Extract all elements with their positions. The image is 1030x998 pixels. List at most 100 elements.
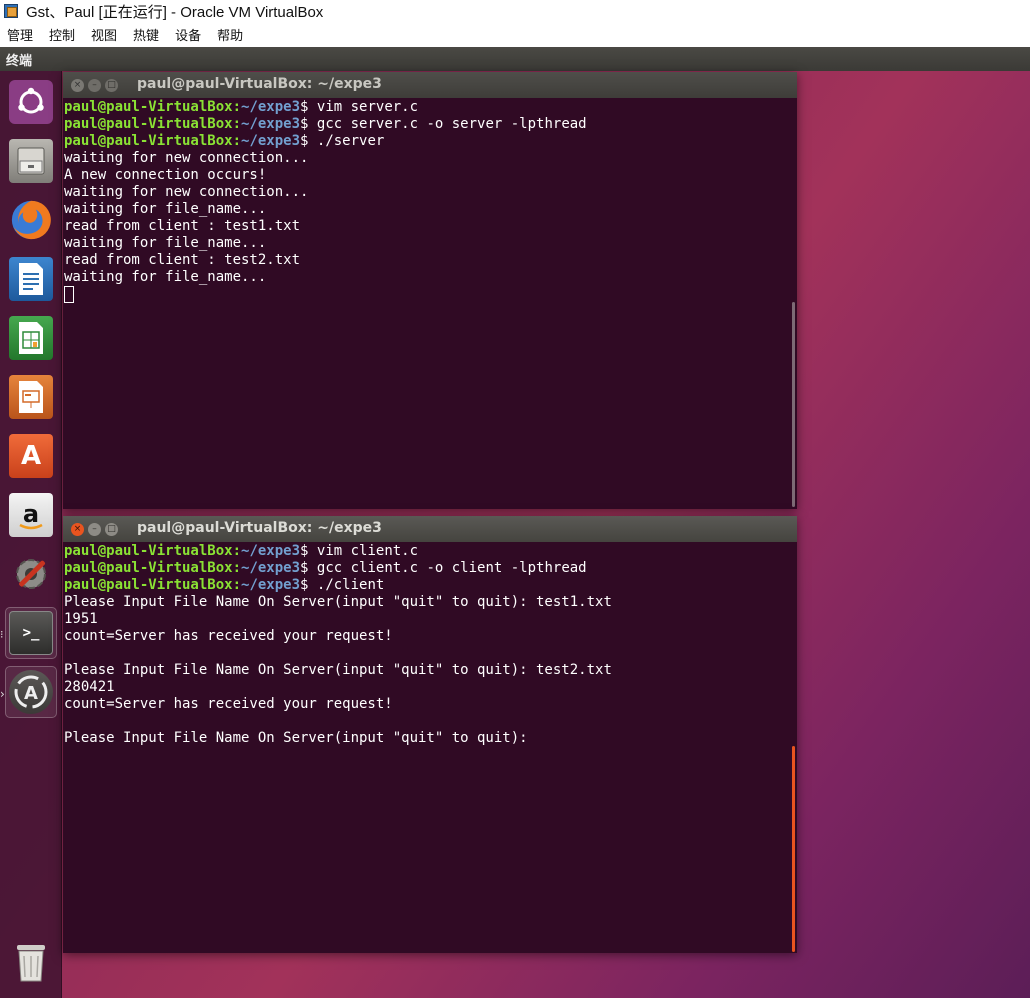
virtualbox-app-icon [2, 2, 20, 20]
server-terminal-window[interactable]: × – □ paul@paul-VirtualBox: ~/expe3 paul… [63, 72, 797, 509]
launcher-libreoffice-calc[interactable] [5, 312, 57, 364]
command-text: $ gcc client.c -o client -lpthread [300, 560, 587, 576]
terminal-line: waiting for new connection... [64, 184, 797, 201]
terminal-line: Please Input File Name On Server(input "… [64, 662, 797, 679]
output-text: waiting for new connection... [64, 150, 309, 166]
software-bag-icon: A [9, 434, 53, 478]
launcher-amazon[interactable]: a [5, 489, 57, 541]
output-text: count=Server has received your request! [64, 696, 393, 712]
menu-control[interactable]: 控制 [49, 25, 75, 44]
launcher-trash[interactable] [5, 936, 57, 988]
output-text: read from client : test2.txt [64, 252, 301, 268]
menu-devices[interactable]: 设备 [175, 25, 201, 44]
terminal-line: paul@paul-VirtualBox:~/expe3$ gcc client… [64, 560, 587, 576]
prompt-user: paul@paul-VirtualBox [64, 543, 233, 559]
terminal-line: count=Server has received your request! [64, 628, 797, 645]
terminal-line: read from client : test2.txt [64, 252, 797, 269]
terminal-line: waiting for new connection... [64, 150, 797, 167]
client-terminal-window[interactable]: × – □ paul@paul-VirtualBox: ~/expe3 paul… [63, 516, 797, 953]
terminal-line: paul@paul-VirtualBox:~/expe3$ vim client… [64, 543, 419, 559]
terminal-line: waiting for file_name... [64, 269, 797, 286]
prompt-path: ~/expe3 [241, 116, 301, 132]
terminal-line: waiting for file_name... [64, 235, 797, 252]
svg-text:a: a [23, 500, 39, 528]
amazon-icon: a [9, 493, 53, 537]
launcher-system-settings[interactable] [5, 548, 57, 600]
terminal-line: read from client : test1.txt [64, 218, 797, 235]
software-updater-icon: A [9, 670, 53, 714]
terminal-line: Please Input File Name On Server(input "… [64, 730, 797, 747]
client-terminal-output[interactable]: paul@paul-VirtualBox:~/expe3$ vim client… [63, 542, 797, 747]
output-text: waiting for file_name... [64, 235, 267, 251]
menu-hotkeys[interactable]: 热键 [133, 25, 159, 44]
ubuntu-logo-icon [9, 80, 53, 124]
impress-presentation-icon [9, 375, 53, 419]
minimize-icon[interactable]: – [88, 78, 101, 92]
terminal-line: paul@paul-VirtualBox:~/expe3$ ./client [64, 577, 385, 593]
output-text: 280421 [64, 679, 115, 695]
close-icon[interactable]: × [71, 522, 84, 536]
output-text: Please Input File Name On Server(input "… [64, 594, 612, 610]
launcher-software-updater[interactable]: A [5, 666, 57, 718]
text-cursor [64, 286, 74, 303]
launcher-firefox[interactable] [5, 194, 57, 246]
prompt-path: ~/expe3 [241, 560, 301, 576]
minimize-icon[interactable]: – [88, 522, 101, 536]
client-terminal-title: paul@paul-VirtualBox: ~/expe3 [137, 520, 382, 536]
server-scrollbar[interactable] [792, 302, 795, 507]
prompt-path: ~/expe3 [241, 543, 301, 559]
prompt-user: paul@paul-VirtualBox [64, 133, 233, 149]
launcher-ubuntu-dash[interactable] [5, 76, 57, 128]
command-text: $ ./server [300, 133, 385, 149]
calc-spreadsheet-icon [9, 316, 53, 360]
unity-launcher: A a >_ A ⁝ › [0, 71, 62, 998]
terminal-line: waiting for file_name... [64, 201, 797, 218]
terminal-line: paul@paul-VirtualBox:~/expe3$ gcc server… [64, 116, 587, 132]
launcher-terminal[interactable]: >_ [5, 607, 57, 659]
launcher-files[interactable] [5, 135, 57, 187]
output-text: count=Server has received your request! [64, 628, 393, 644]
prompt-user: paul@paul-VirtualBox [64, 116, 233, 132]
writer-document-icon [9, 257, 53, 301]
guest-desktop: 终端 A a >_ A ⁝ › × – □ paul@paul-VirtualB… [0, 47, 1030, 998]
terminal-line: Please Input File Name On Server(input "… [64, 594, 797, 611]
gear-wrench-icon [9, 552, 53, 596]
server-terminal-title: paul@paul-VirtualBox: ~/expe3 [137, 76, 382, 92]
terminal-line: 280421 [64, 679, 797, 696]
launcher-ubuntu-software[interactable]: A [5, 430, 57, 482]
active-app-name: 终端 [6, 53, 33, 69]
prompt-user: paul@paul-VirtualBox [64, 560, 233, 576]
virtualbox-menubar: 管理 控制 视图 热键 设备 帮助 [0, 22, 1030, 47]
prompt-user: paul@paul-VirtualBox [64, 99, 233, 115]
maximize-icon[interactable]: □ [105, 522, 118, 536]
launcher-libreoffice-impress[interactable] [5, 371, 57, 423]
client-terminal-titlebar[interactable]: × – □ paul@paul-VirtualBox: ~/expe3 [63, 516, 797, 542]
window-title: Gst、Paul [正在运行] - Oracle VM VirtualBox [26, 3, 324, 21]
client-scrollbar[interactable] [792, 746, 795, 952]
close-icon[interactable]: × [71, 78, 84, 92]
server-terminal-titlebar[interactable]: × – □ paul@paul-VirtualBox: ~/expe3 [63, 72, 797, 98]
menu-help[interactable]: 帮助 [217, 25, 243, 44]
output-text: waiting for new connection... [64, 184, 309, 200]
terminal-line: paul@paul-VirtualBox:~/expe3$ ./server [64, 133, 385, 149]
prompt-path: ~/expe3 [241, 577, 301, 593]
menu-manage[interactable]: 管理 [7, 25, 33, 44]
output-text: A new connection occurs! [64, 167, 267, 183]
launcher-libreoffice-writer[interactable] [5, 253, 57, 305]
maximize-icon[interactable]: □ [105, 78, 118, 92]
output-text: waiting for file_name... [64, 269, 267, 285]
prompt-path: ~/expe3 [241, 133, 301, 149]
server-terminal-output[interactable]: paul@paul-VirtualBox:~/expe3$ vim server… [63, 98, 797, 303]
terminal-icon: >_ [9, 611, 53, 655]
trash-icon [9, 940, 53, 984]
output-text: waiting for file_name... [64, 201, 267, 217]
menu-view[interactable]: 视图 [91, 25, 117, 44]
output-text: Please Input File Name On Server(input "… [64, 662, 612, 678]
terminal-line: count=Server has received your request! [64, 696, 797, 713]
prompt-user: paul@paul-VirtualBox [64, 577, 233, 593]
guest-top-panel: 终端 [0, 47, 1030, 71]
terminal-line: A new connection occurs! [64, 167, 797, 184]
prompt-path: ~/expe3 [241, 99, 301, 115]
